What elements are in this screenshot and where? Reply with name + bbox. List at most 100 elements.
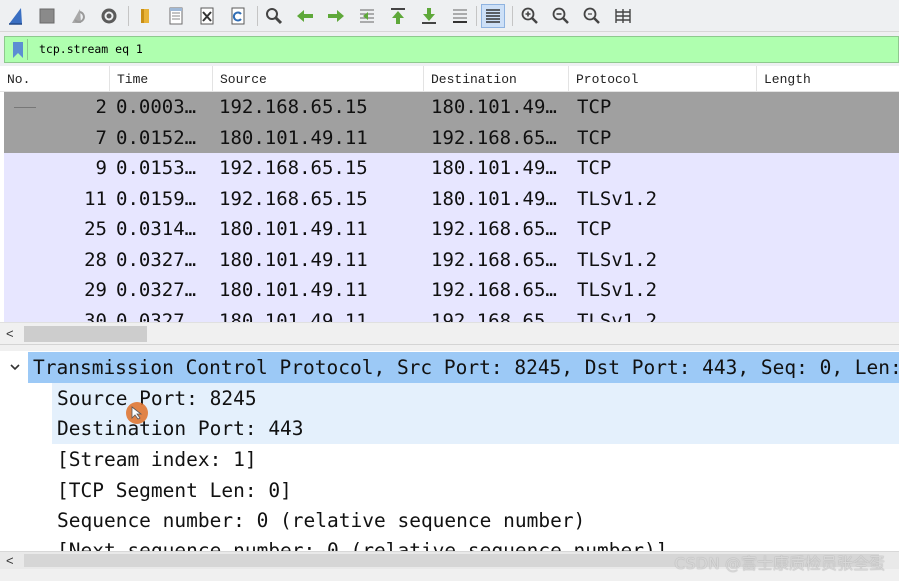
packet-source: 180.101.49.11 (219, 279, 368, 301)
packet-protocol: TLSv1.2 (577, 309, 658, 323)
packet-protocol: TLSv1.2 (577, 279, 658, 301)
packet-destination: 192.168.65… (431, 248, 557, 271)
colorize-icon[interactable] (481, 4, 505, 28)
toolbar-separator (476, 6, 477, 26)
packet-source: 180.101.49.11 (219, 309, 368, 323)
packet-protocol: TLSv1.2 (577, 248, 658, 271)
watermark: CSDN @富士康质检员张全蛋 (674, 554, 885, 573)
packet-time: 0.0152… (116, 126, 197, 149)
go-forward-icon[interactable] (324, 4, 348, 28)
packet-row[interactable]: 29 0.0327… 180.101.49.11 192.168.65… TLS… (4, 275, 899, 306)
toolbar-separator (128, 6, 129, 26)
packet-row[interactable]: 11 0.0159… 192.168.65.15 180.101.49… TLS… (4, 183, 899, 214)
tree-item-stream-index[interactable]: [Stream index: 1] (52, 444, 899, 475)
zoom-in-icon[interactable] (518, 4, 542, 28)
packet-source: 180.101.49.11 (219, 126, 368, 149)
packet-row[interactable]: 25 0.0314… 180.101.49.11 192.168.65… TCP (4, 214, 899, 245)
packet-list-header: No. Time Source Destination Protocol Len… (0, 66, 899, 92)
tree-item-tcp-segment-len[interactable]: [TCP Segment Len: 0] (52, 475, 899, 506)
folder-open-icon[interactable] (133, 4, 157, 28)
packet-row[interactable]: 7 0.0152… 180.101.49.11 192.168.65… TCP (4, 122, 899, 153)
packet-row[interactable]: 9 0.0153… 192.168.65.15 180.101.49… TCP (4, 153, 899, 184)
filter-text: tcp.stream eq 1 (39, 42, 143, 56)
packet-time: 0.0314… (116, 218, 197, 240)
packet-source: 192.168.65.15 (219, 187, 368, 210)
go-back-icon[interactable] (293, 4, 317, 28)
tcp-tree-header[interactable]: Transmission Control Protocol, Src Port:… (28, 352, 899, 383)
packet-details[interactable]: Transmission Control Protocol, Src Port:… (0, 351, 899, 551)
packet-protocol: TCP (577, 218, 612, 240)
packet-destination: 192.168.65… (431, 126, 557, 149)
packet-destination: 180.101.49… (431, 187, 557, 210)
column-header-destination[interactable]: Destination (424, 66, 569, 92)
toolbar-separator (512, 6, 513, 26)
packet-destination: 192.168.65… (431, 218, 557, 240)
packet-row[interactable]: 28 0.0327… 180.101.49.11 192.168.65… TLS… (4, 244, 899, 275)
go-to-packet-icon[interactable] (355, 4, 379, 28)
packet-source: 192.168.65.15 (219, 157, 368, 179)
packet-source: 192.168.65.15 (219, 96, 368, 118)
resize-columns-icon[interactable] (611, 4, 635, 28)
packet-destination: 180.101.49… (431, 157, 557, 179)
display-filter-bar: tcp.stream eq 1 (0, 33, 899, 66)
normal-size-icon[interactable] (580, 4, 604, 28)
restart-icon[interactable] (66, 4, 90, 28)
tree-item-sequence-number[interactable]: Sequence number: 0 (relative sequence nu… (52, 505, 899, 536)
packet-no: 29 (84, 279, 107, 301)
reload-icon[interactable] (226, 4, 250, 28)
find-icon[interactable] (262, 4, 286, 28)
tree-item-destination-port[interactable]: Destination Port: 443 (52, 413, 899, 444)
zoom-out-icon[interactable] (549, 4, 573, 28)
column-header-time[interactable]: Time (110, 66, 213, 92)
scrollbar-thumb[interactable] (24, 326, 147, 342)
packet-time: 0.0159… (116, 187, 197, 210)
last-packet-icon[interactable] (417, 4, 441, 28)
packet-no: 2 (95, 96, 107, 118)
display-filter-input[interactable]: tcp.stream eq 1 (4, 36, 899, 63)
packet-time: 0.0327… (116, 248, 197, 271)
packet-row[interactable]: 2 0.0003… 192.168.65.15 180.101.49… TCP (4, 92, 899, 123)
packet-row[interactable]: 30 0.0327… 180.101.49.11 192.168.65… TLS… (4, 305, 899, 323)
autoscroll-icon[interactable] (448, 4, 472, 28)
packet-destination: 180.101.49… (431, 96, 557, 118)
packet-no: 25 (84, 218, 107, 240)
tree-item-source-port[interactable]: Source Port: 8245 (52, 383, 899, 414)
packet-protocol: TCP (577, 126, 612, 149)
chevron-down-icon[interactable] (9, 361, 21, 373)
filter-bookmark-icon[interactable] (8, 39, 28, 60)
stop-icon[interactable] (35, 4, 59, 28)
packet-time: 0.0003… (116, 96, 197, 118)
cursor-arrow-icon (131, 406, 143, 420)
packet-no: 9 (95, 157, 107, 179)
options-gear-icon[interactable] (97, 4, 121, 28)
packet-list[interactable]: No. Time Source Destination Protocol Len… (0, 66, 899, 322)
packet-protocol: TLSv1.2 (577, 187, 658, 210)
packet-no: 30 (84, 309, 107, 323)
packet-protocol: TCP (577, 96, 612, 118)
packet-list-scrollbar[interactable]: < (0, 322, 899, 344)
column-header-no[interactable]: No. (0, 66, 110, 92)
packet-source: 180.101.49.11 (219, 248, 368, 271)
close-file-icon[interactable] (195, 4, 219, 28)
packet-protocol: TCP (577, 157, 612, 179)
toolbar-separator (257, 6, 258, 26)
packet-time: 0.0327… (116, 279, 197, 301)
packet-time: 0.0327… (116, 309, 197, 323)
column-header-length[interactable]: Length (757, 66, 899, 92)
packet-destination: 192.168.65… (431, 279, 557, 301)
shark-fin-start-icon[interactable] (4, 4, 28, 28)
column-header-source[interactable]: Source (213, 66, 424, 92)
packet-no: 28 (84, 248, 107, 271)
packet-time: 0.0153… (116, 157, 197, 179)
mouse-cursor-highlight (126, 402, 148, 424)
first-packet-icon[interactable] (386, 4, 410, 28)
pane-splitter[interactable] (0, 344, 899, 351)
file-icon[interactable] (164, 4, 188, 28)
packet-source: 180.101.49.11 (219, 218, 368, 240)
main-toolbar (0, 0, 899, 32)
packet-no: 11 (84, 187, 107, 210)
column-header-protocol[interactable]: Protocol (569, 66, 757, 92)
tree-item-next-sequence-number[interactable]: [Next sequence number: 0 (relative seque… (52, 535, 899, 551)
scroll-left-arrow-icon[interactable]: < (6, 326, 14, 341)
scroll-left-arrow-icon[interactable]: < (6, 553, 14, 568)
